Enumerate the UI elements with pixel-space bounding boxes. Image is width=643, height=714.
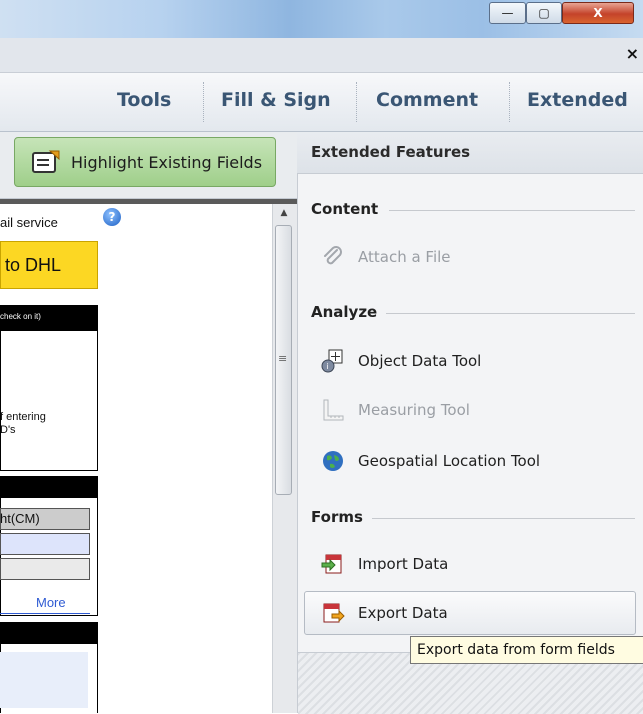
maximize-button[interactable]: ▢ [526,2,562,24]
tab-comment[interactable]: Comment [376,89,478,111]
maximize-icon: ▢ [538,6,550,20]
svg-text:i: i [326,362,328,371]
tooltip: Export data from form fields [410,636,643,664]
attach-file-item[interactable]: Attach a File [320,236,451,278]
form-field[interactable] [0,652,88,708]
attach-file-label: Attach a File [358,248,451,266]
section-forms-heading[interactable]: Forms [311,508,363,526]
help-icon[interactable]: ? [103,208,121,226]
page-text: D's [0,424,16,436]
more-link[interactable]: More [36,595,66,610]
measuring-tool-label: Measuring Tool [358,401,470,419]
tab-fill-sign[interactable]: Fill & Sign [221,89,331,111]
object-data-tool-item[interactable]: i Object Data Tool [320,340,481,382]
form-section-header [0,476,98,498]
export-data-label: Export Data [358,604,448,622]
section-divider [386,313,635,314]
scroll-up-arrow-icon[interactable]: ▲ [272,204,296,222]
section-analyze-heading[interactable]: Analyze [311,303,377,321]
page-text: ail service [0,215,58,230]
panel-title: Extended Features [311,143,471,161]
geospatial-location-tool-item[interactable]: Geospatial Location Tool [320,440,540,482]
import-data-label: Import Data [358,555,449,573]
send-to-dhl-button[interactable]: to DHL [0,241,98,289]
tab-tools[interactable]: Tools [117,89,171,111]
section-divider [372,518,635,519]
close-window-button[interactable]: X [562,2,634,24]
globe-icon [320,448,346,474]
import-data-icon [320,551,346,577]
geospatial-location-tool-label: Geospatial Location Tool [358,452,541,470]
measuring-tool-item[interactable]: Measuring Tool [320,389,470,431]
minimize-button[interactable]: — [489,2,526,24]
highlight-existing-fields-button[interactable]: Highlight Existing Fields [14,137,276,187]
ruler-icon [320,397,346,423]
object-data-tool-label: Object Data Tool [358,352,482,370]
import-data-item[interactable]: Import Data [320,543,448,585]
tab-extended[interactable]: Extended [527,89,628,111]
toolbar-separator [203,82,204,122]
toolbar-separator [356,82,357,122]
section-header-text: check on it) [0,312,41,321]
page-text: f entering [0,411,46,423]
object-data-icon: i [320,348,346,374]
link-underline [0,613,90,614]
section-divider [389,210,635,211]
minimize-icon: — [501,6,514,20]
export-data-item[interactable]: Export Data [320,592,448,634]
scroll-grip-icon: ≡ [278,352,288,365]
close-document-button[interactable]: × [626,44,639,63]
highlight-button-label: Highlight Existing Fields [71,152,263,172]
form-section [0,331,98,471]
highlight-fields-icon [32,150,60,173]
close-icon: X [593,6,603,20]
form-section-header [0,622,98,644]
toolbar-separator [509,82,510,122]
table-input-cell[interactable] [0,558,90,580]
table-input-cell[interactable] [0,533,90,555]
paperclip-icon [320,244,346,270]
document-bar [0,38,643,73]
section-content-heading[interactable]: Content [311,200,378,218]
export-data-icon [320,600,346,626]
table-header-text: ht(CM) [0,511,40,526]
